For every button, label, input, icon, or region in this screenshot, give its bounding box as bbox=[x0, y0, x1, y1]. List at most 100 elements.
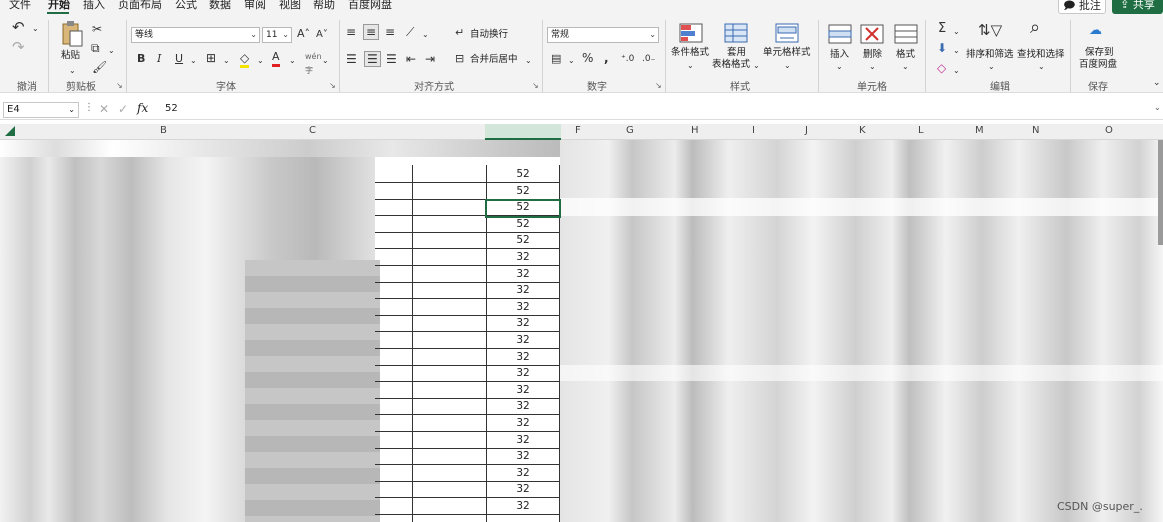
cell-styles-label[interactable]: 单元格样式 bbox=[763, 47, 811, 58]
menu-baidu-netdisk[interactable]: 百度网盘 bbox=[348, 0, 392, 12]
baidu-netdisk-icon[interactable]: ☁ bbox=[1089, 24, 1102, 38]
delete-cells-label[interactable]: 删除 bbox=[863, 49, 882, 60]
format-as-table-label-2[interactable]: 表格格式 bbox=[712, 59, 750, 70]
align-center-icon[interactable]: ☰ bbox=[364, 51, 381, 67]
cell-value[interactable]: 32 bbox=[486, 299, 560, 316]
table-format-dropdown-icon[interactable]: ⌄ bbox=[753, 59, 760, 73]
increase-decimal-icon[interactable]: ⁺.0 bbox=[621, 52, 634, 66]
menu-insert[interactable]: 插入 bbox=[83, 0, 105, 12]
column-header[interactable]: K bbox=[859, 125, 866, 136]
fill-color-icon[interactable]: ◇ bbox=[240, 51, 250, 68]
copy-icon[interactable]: ⧉ bbox=[91, 41, 100, 55]
cell-value[interactable]: 32 bbox=[486, 349, 560, 366]
cell-styles-icon[interactable] bbox=[775, 23, 799, 43]
fill-color-dropdown-icon[interactable]: ⌄ bbox=[257, 54, 264, 68]
cell-value[interactable]: 32 bbox=[486, 481, 560, 498]
font-size-select[interactable]: 11 ⌄ bbox=[262, 27, 292, 43]
cell-value[interactable]: 32 bbox=[486, 365, 560, 382]
undo-icon[interactable]: ↶ bbox=[12, 20, 25, 35]
column-header[interactable]: G bbox=[626, 125, 634, 136]
decrease-decimal-icon[interactable]: .0₋ bbox=[642, 52, 655, 66]
fill-dropdown-icon[interactable]: ⌄ bbox=[953, 44, 960, 58]
cond-format-dropdown-icon[interactable]: ⌄ bbox=[687, 59, 694, 73]
italic-icon[interactable]: I bbox=[157, 52, 161, 66]
borders-icon[interactable]: ⊞ bbox=[206, 51, 216, 65]
annotate-button[interactable]: 🗩 批注 bbox=[1058, 0, 1106, 14]
cell-style-dropdown-icon[interactable]: ⌄ bbox=[784, 59, 791, 73]
cell-value[interactable]: 52 bbox=[486, 232, 560, 249]
format-cells-label[interactable]: 格式 bbox=[896, 49, 915, 60]
sort-filter-icon[interactable]: ⇅▽ bbox=[978, 23, 1002, 38]
column-header[interactable]: O bbox=[1105, 125, 1113, 136]
insert-dropdown-icon[interactable]: ⌄ bbox=[836, 60, 843, 74]
delete-dropdown-icon[interactable]: ⌄ bbox=[869, 60, 876, 74]
cell-value[interactable]: 32 bbox=[486, 332, 560, 349]
borders-dropdown-icon[interactable]: ⌄ bbox=[223, 54, 230, 68]
menu-review[interactable]: 审阅 bbox=[244, 0, 266, 12]
cell-value[interactable]: 32 bbox=[486, 315, 560, 332]
cell-value[interactable]: 32 bbox=[486, 282, 560, 299]
save-to-label-2[interactable]: 百度网盘 bbox=[1079, 59, 1117, 70]
conditional-format-icon[interactable] bbox=[679, 23, 703, 43]
column-header[interactable]: J bbox=[805, 125, 808, 136]
column-header[interactable]: M bbox=[975, 125, 984, 136]
orientation-dropdown-icon[interactable]: ⌄ bbox=[422, 28, 429, 42]
select-all-corner-icon[interactable] bbox=[5, 126, 15, 136]
cell-value[interactable]: 32 bbox=[486, 432, 560, 449]
menu-page-layout[interactable]: 页面布局 bbox=[118, 0, 162, 12]
delete-cells-icon[interactable] bbox=[860, 24, 884, 44]
menu-data[interactable]: 数据 bbox=[209, 0, 231, 12]
alignment-launcher-icon[interactable]: ↘ bbox=[532, 81, 539, 90]
percent-icon[interactable]: % bbox=[582, 51, 593, 65]
cancel-icon[interactable]: ✕ bbox=[99, 102, 109, 116]
cell-value[interactable]: 52 bbox=[486, 183, 560, 200]
find-search-icon[interactable]: ⌕ bbox=[1030, 19, 1040, 37]
paste-icon[interactable] bbox=[60, 20, 84, 48]
collapse-ribbon-icon[interactable]: ⌄ bbox=[1153, 76, 1161, 90]
decrease-font-icon[interactable]: A˅ bbox=[316, 28, 328, 42]
cell-value[interactable]: 32 bbox=[486, 382, 560, 399]
font-color-icon[interactable]: A bbox=[272, 50, 280, 67]
vertical-scrollbar-thumb[interactable] bbox=[1158, 140, 1163, 245]
name-box[interactable]: E4 ⌄ bbox=[3, 102, 79, 118]
merge-center-icon[interactable]: ⊟ bbox=[455, 52, 464, 66]
column-header-selected[interactable] bbox=[485, 124, 561, 140]
undo-dropdown-icon[interactable]: ⌄ bbox=[32, 22, 39, 36]
sort-filter-label[interactable]: 排序和筛选 bbox=[966, 49, 1014, 60]
format-dropdown-icon[interactable]: ⌄ bbox=[902, 60, 909, 74]
insert-function-icon[interactable]: fx bbox=[137, 101, 148, 115]
decrease-indent-icon[interactable]: ⇤ bbox=[406, 52, 416, 66]
cut-icon[interactable]: ✂ bbox=[92, 22, 102, 36]
wrap-text-label[interactable]: 自动换行 bbox=[470, 29, 508, 40]
cell-value[interactable]: 32 bbox=[486, 266, 560, 283]
insert-cells-icon[interactable] bbox=[828, 24, 852, 44]
column-header[interactable]: L bbox=[918, 125, 924, 136]
paste-dropdown-icon[interactable]: ⌄ bbox=[69, 64, 76, 78]
sort-dropdown-icon[interactable]: ⌄ bbox=[988, 60, 995, 74]
wrap-text-icon[interactable]: ↵ bbox=[455, 26, 464, 40]
autosum-icon[interactable]: Σ bbox=[938, 22, 946, 36]
cell-value[interactable]: 32 bbox=[486, 465, 560, 482]
insert-cells-label[interactable]: 插入 bbox=[830, 49, 849, 60]
share-button[interactable]: ⇪ 共享 bbox=[1112, 0, 1163, 14]
column-header[interactable]: F bbox=[575, 125, 581, 136]
formula-input[interactable]: 52 bbox=[165, 103, 178, 114]
menu-formulas[interactable]: 公式 bbox=[175, 0, 197, 12]
align-middle-icon[interactable]: ≡ bbox=[363, 24, 380, 40]
column-header[interactable]: C bbox=[309, 125, 316, 136]
find-dropdown-icon[interactable]: ⌄ bbox=[1038, 60, 1045, 74]
orientation-icon[interactable]: ⟋ bbox=[406, 25, 414, 39]
phonetic-dropdown-icon[interactable]: ⌄ bbox=[322, 54, 329, 68]
clear-dropdown-icon[interactable]: ⌄ bbox=[953, 64, 960, 78]
formula-bar-grip-icon[interactable]: ⋮ bbox=[84, 102, 94, 113]
menu-view[interactable]: 视图 bbox=[279, 0, 301, 12]
format-cells-icon[interactable] bbox=[894, 24, 918, 44]
font-color-dropdown-icon[interactable]: ⌄ bbox=[289, 54, 296, 68]
accounting-dropdown-icon[interactable]: ⌄ bbox=[568, 54, 575, 68]
align-right-icon[interactable]: ☰ bbox=[386, 52, 397, 66]
conditional-format-label[interactable]: 条件格式 bbox=[671, 47, 709, 58]
cell-value[interactable]: 32 bbox=[486, 249, 560, 266]
cell-value[interactable]: 32 bbox=[486, 448, 560, 465]
redo-icon[interactable]: ↷ bbox=[12, 40, 25, 55]
menu-file[interactable]: 文件 bbox=[9, 0, 31, 12]
